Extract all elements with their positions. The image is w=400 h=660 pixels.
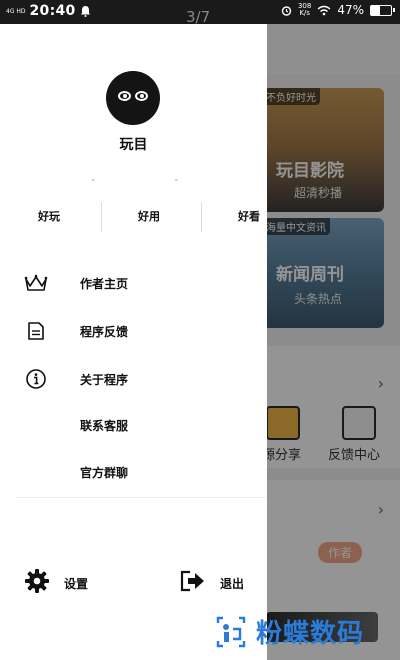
alarm-icon [281,5,292,16]
menu-label: 关于程序 [80,372,129,387]
menu-divider [16,497,267,498]
decorative-mark: ⌄ [173,174,180,183]
stat-divider [101,202,102,232]
network-speed: 308 K/s [298,3,311,17]
watermark-text: 粉蝶数码 [256,619,365,649]
clock: 20:40 [29,3,76,19]
crown-icon [24,271,48,295]
wifi-icon [317,5,331,15]
stat-divider [201,202,202,232]
notification-bell-icon [80,6,90,17]
page-indicator: 3/7 [186,8,211,26]
menu-item-contact-support[interactable]: 联系客服 [0,405,267,445]
speed-unit: K/s [299,9,310,17]
settings-label: 设置 [64,576,89,591]
watermark-logo-icon [216,616,246,647]
gear-icon [24,568,50,598]
menu-item-about-program[interactable]: 关于程序 [0,359,267,399]
settings-button[interactable]: 设置 [24,568,89,598]
menu-label: 官方群聊 [80,465,129,480]
menu-item-program-feedback[interactable]: 程序反馈 [0,311,267,351]
watermark: 粉蝶数码 [214,613,364,650]
menu-label: 程序反馈 [80,324,129,339]
battery-icon [370,4,395,16]
menu-label: 作者主页 [80,276,129,291]
stat-fun: 好玩 [38,210,60,223]
battery-level [371,5,381,15]
network-indicator: 4G HD [6,7,26,15]
avatar-eye-right [135,91,148,101]
menu-label: 联系客服 [80,418,129,433]
logout-label: 退出 [220,576,245,591]
avatar-eye-left [118,91,131,101]
navigation-drawer: 玩目 ⌄ ⌄ 好玩 好用 好看 作者主页 程序反馈 关于程序 联系客服 官方群聊… [0,24,267,660]
info-icon [24,367,48,391]
logout-icon [180,570,206,596]
document-icon [24,319,48,343]
stat-useful: 好用 [138,210,160,223]
battery-percent: 47% [337,3,364,17]
status-right: 308 K/s 47% [281,3,395,17]
logout-button[interactable]: 退出 [180,570,244,596]
decorative-mark: ⌄ [90,174,97,183]
status-left: 4G HD 20:40 [6,3,91,19]
stat-good-looking: 好看 [238,210,260,223]
menu-item-author-homepage[interactable]: 作者主页 [0,263,267,303]
username: 玩目 [119,137,148,153]
avatar[interactable] [106,71,160,125]
menu-item-official-group-chat[interactable]: 官方群聊 [0,452,267,492]
